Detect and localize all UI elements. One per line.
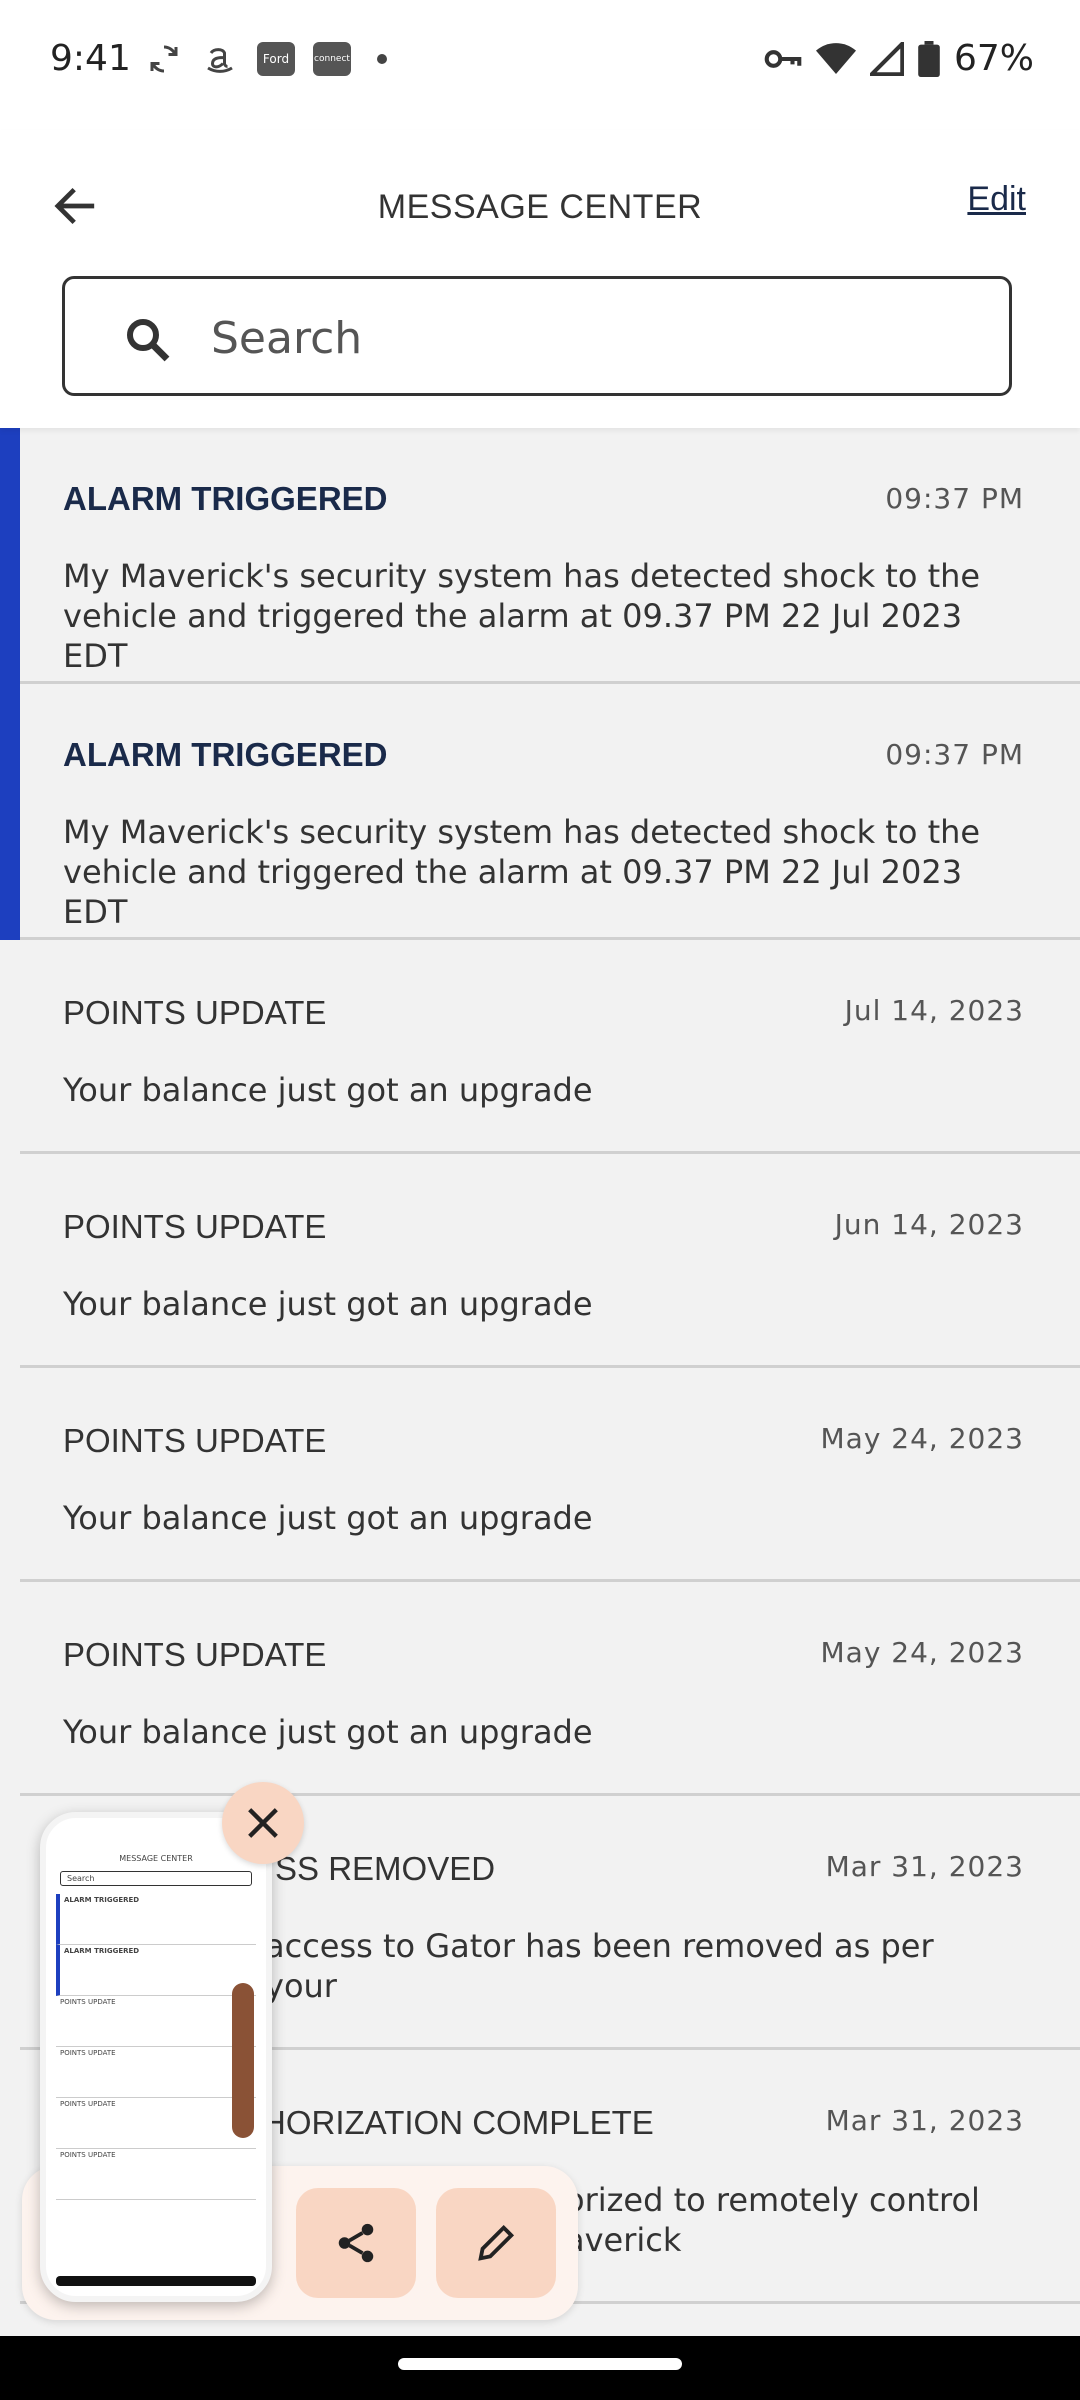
preview-row-title: POINTS UPDATE (60, 1998, 116, 2006)
message-body: My Maverick's security system has detect… (63, 557, 981, 675)
home-gesture-handle[interactable] (398, 2358, 682, 2370)
preview-row: POINTS UPDATE (56, 1996, 256, 2047)
preview-row: ALARM TRIGGERED (56, 1945, 256, 1996)
cell-signal-icon (869, 41, 904, 76)
status-time: 9:41 (50, 38, 131, 79)
edit-screenshot-button[interactable] (436, 2188, 556, 2298)
message-body: My Maverick's security system has detect… (63, 813, 981, 931)
message-date: Jun 14, 2023 (834, 1208, 1024, 1241)
preview-search: Search (60, 1871, 252, 1886)
message-date: 09:37 PM (885, 738, 1024, 771)
system-nav-bar (0, 2336, 1080, 2400)
preview-toolbar (232, 1983, 254, 2138)
preview-row: POINTS UPDATE (56, 2098, 256, 2149)
preview-content: MESSAGE CENTER Search ALARM TRIGGERED AL… (56, 1836, 256, 2200)
message-date: Jul 14, 2023 (844, 994, 1024, 1027)
preview-row: POINTS UPDATE (56, 2047, 256, 2098)
close-preview-button[interactable] (222, 1782, 304, 1864)
share-icon (338, 2223, 374, 2263)
message-date: Mar 31, 2023 (825, 2104, 1024, 2137)
preview-row-title: ALARM TRIGGERED (64, 1947, 140, 1955)
more-notifications-dot-icon (377, 54, 387, 64)
search-box[interactable] (62, 276, 1012, 396)
message-item[interactable]: POINTS UPDATE May 24, 2023 Your balance … (0, 1368, 1080, 1582)
pencil-icon (478, 2224, 515, 2261)
share-button[interactable] (296, 2188, 416, 2298)
message-item[interactable]: ALARM TRIGGERED 09:37 PM My Maverick's s… (0, 428, 1080, 684)
preview-row: POINTS UPDATE (56, 2149, 256, 2200)
message-title: POINTS UPDATE (63, 994, 327, 1031)
header: MESSAGE CENTER Edit (0, 130, 1080, 428)
message-body: Your balance just got an upgrade (63, 1499, 593, 1537)
wifi-icon (815, 42, 856, 74)
message-item[interactable]: ALARM TRIGGERED 09:37 PM My Maverick's s… (0, 684, 1080, 940)
preview-row-title: POINTS UPDATE (60, 2151, 116, 2159)
message-title: SS REMOVED (275, 1850, 496, 1887)
battery-icon (918, 40, 940, 77)
message-body: Your balance just got an upgrade (63, 1071, 593, 1109)
message-item[interactable]: POINTS UPDATE May 24, 2023 Your balance … (0, 1582, 1080, 1796)
preview-nav-bar (56, 2276, 256, 2286)
edit-button[interactable]: Edit (967, 180, 1026, 219)
message-title: ALARM TRIGGERED (63, 736, 388, 773)
message-body: orized to remotely control averick (565, 2181, 980, 2259)
message-title: POINTS UPDATE (63, 1208, 327, 1245)
preview-title: MESSAGE CENTER (119, 1854, 193, 1863)
message-title: ALARM TRIGGERED (63, 480, 388, 517)
preview-row-title: POINTS UPDATE (60, 2049, 116, 2057)
notification-icons: Ford connect (145, 40, 387, 78)
message-date: Mar 31, 2023 (825, 1850, 1024, 1883)
status-bar: 9:41 Ford connect 67% (0, 0, 1080, 130)
preview-row-title: POINTS UPDATE (60, 2100, 116, 2108)
message-item[interactable]: POINTS UPDATE Jun 14, 2023 Your balance … (0, 1154, 1080, 1368)
battery-percent: 67% (953, 38, 1034, 79)
message-date: 09:37 PM (885, 482, 1024, 515)
message-title: HORIZATION COMPLETE (262, 2104, 654, 2141)
screenshot-preview[interactable]: MESSAGE CENTER Search ALARM TRIGGERED AL… (40, 1812, 272, 2302)
message-title: POINTS UPDATE (63, 1422, 327, 1459)
amazon-icon (201, 40, 239, 78)
message-title: POINTS UPDATE (63, 1636, 327, 1673)
message-body: Your balance just got an upgrade (63, 1285, 593, 1323)
sync-icon (145, 40, 183, 78)
search-icon (127, 319, 170, 362)
preview-row-title: ALARM TRIGGERED (64, 1896, 140, 1904)
message-date: May 24, 2023 (820, 1422, 1024, 1455)
system-icons: 67% (764, 38, 1034, 79)
message-date: May 24, 2023 (820, 1636, 1024, 1669)
message-body: access to Gator has been removed as per … (265, 1927, 934, 2005)
page-title: MESSAGE CENTER (377, 188, 703, 226)
message-body: Your balance just got an upgrade (63, 1713, 593, 1751)
ford-app-icon: Ford (257, 42, 295, 76)
message-item[interactable]: POINTS UPDATE Jul 14, 2023 Your balance … (0, 940, 1080, 1154)
close-icon (248, 1808, 278, 1838)
connect-app-icon: connect (313, 42, 351, 76)
vpn-key-icon (764, 49, 802, 68)
preview-row: ALARM TRIGGERED (56, 1894, 256, 1945)
search-input[interactable] (209, 307, 993, 369)
